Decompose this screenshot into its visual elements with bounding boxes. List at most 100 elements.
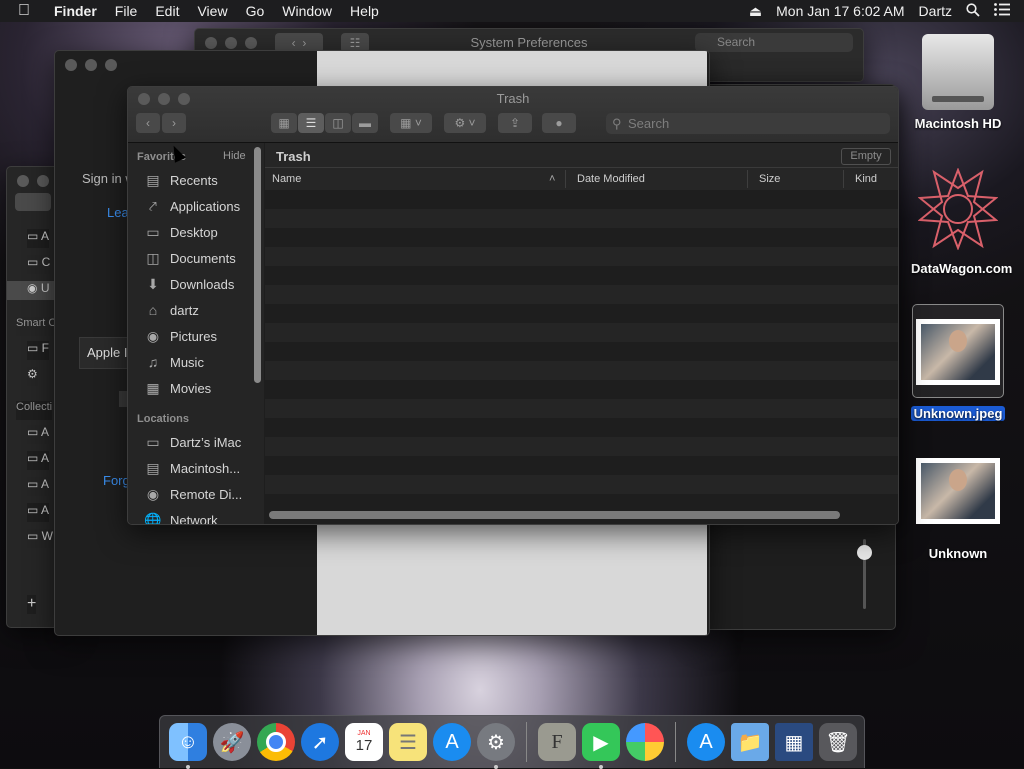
- sidebar-item-macintosh-hd[interactable]: ▤ Macintosh...: [144, 457, 240, 479]
- calendar-icon[interactable]: JAN 17: [345, 723, 383, 761]
- photos-icon[interactable]: [626, 723, 664, 761]
- chrome-icon[interactable]: [257, 723, 295, 761]
- column-view-icon[interactable]: ◫: [325, 113, 351, 133]
- tag-icon[interactable]: ●: [542, 113, 576, 133]
- notes-icon[interactable]: ☰: [389, 723, 427, 761]
- font-book-icon[interactable]: F: [538, 723, 576, 761]
- sidebar-item-documents[interactable]: ◫ Documents: [144, 247, 235, 269]
- search-icon: ⚲: [612, 116, 622, 131]
- list-row-empty: [265, 190, 898, 209]
- back-icon[interactable]: ‹: [136, 113, 160, 133]
- app-store-icon[interactable]: A: [687, 723, 725, 761]
- sidebar-row[interactable]: ▭ A: [27, 425, 50, 444]
- gear-icon[interactable]: ⚙: [27, 367, 38, 386]
- menu-window[interactable]: Window: [282, 3, 332, 19]
- learn-more-link[interactable]: Lea: [107, 205, 129, 220]
- slider-knob[interactable]: [857, 545, 872, 560]
- sidebar-item-downloads[interactable]: ⬇ Downloads: [144, 273, 234, 295]
- group-by-icon[interactable]: ▦ ˅: [390, 113, 432, 133]
- menu-file[interactable]: File: [115, 3, 138, 19]
- menu-user[interactable]: Dartz: [919, 3, 952, 19]
- spotlight-search-icon[interactable]: [966, 2, 980, 20]
- desktop-icon-label: Macintosh HD: [914, 116, 1002, 131]
- screen-icon[interactable]: ▦: [775, 723, 813, 761]
- sidebar-item-desktop[interactable]: ▭ Desktop: [144, 221, 217, 243]
- desktop-icon-unknown[interactable]: Unknown: [908, 458, 1008, 561]
- close-icon[interactable]: [65, 59, 77, 71]
- menu-edit[interactable]: Edit: [155, 3, 179, 19]
- column-date-header[interactable]: Date Modified: [577, 173, 645, 185]
- sidebar-row[interactable]: ▭ A: [27, 451, 50, 470]
- sidebar-row[interactable]: ▭ A: [27, 229, 50, 248]
- sidebar-item-applications[interactable]: ⤤ Applications: [144, 195, 240, 217]
- sidebar-item-movies[interactable]: ▦ Movies: [144, 377, 211, 399]
- desktop-icon-label: DataWagon.com: [911, 261, 1013, 276]
- remote-disc-icon: ◉: [146, 486, 160, 502]
- system-preferences-icon[interactable]: ⚙: [477, 723, 515, 769]
- forward-icon[interactable]: ›: [162, 113, 186, 133]
- sidebar-item-remote-disc[interactable]: ◉ Remote Di...: [144, 483, 242, 505]
- sidebar-item-home[interactable]: ⌂ dartz: [144, 299, 199, 321]
- menu-help[interactable]: Help: [350, 3, 379, 19]
- file-list[interactable]: [265, 190, 898, 508]
- sidebar-row[interactable]: ▭ A: [27, 477, 50, 496]
- column-size-header[interactable]: Size: [759, 173, 780, 185]
- sidebar-row[interactable]: ▭ C: [27, 255, 51, 274]
- list-row-empty: [265, 380, 898, 399]
- app-store-icon[interactable]: A: [433, 723, 471, 761]
- imac-icon: ▭: [146, 434, 160, 450]
- hard-drive-icon: [922, 34, 994, 110]
- search-field[interactable]: Search: [695, 33, 853, 52]
- sidebar-row[interactable]: ▭ F: [27, 341, 50, 360]
- trash-icon[interactable]: 🗑: [819, 723, 857, 761]
- share-icon[interactable]: ⇪: [498, 113, 532, 133]
- forgot-link[interactable]: Forg: [103, 473, 130, 488]
- desktop-icon-datawagon[interactable]: DataWagon.com: [908, 167, 1012, 276]
- sidebar-row[interactable]: ▭ W: [27, 529, 53, 548]
- icon-view-icon[interactable]: ▦: [271, 113, 297, 133]
- desktop-icon-label: Unknown: [928, 546, 988, 561]
- sidebar-scrollbar[interactable]: [254, 147, 261, 383]
- launchpad-icon[interactable]: 🚀: [213, 723, 251, 761]
- folder-icon[interactable]: 📁: [731, 723, 769, 761]
- music-icon: ♫: [147, 354, 159, 370]
- menu-app-finder[interactable]: Finder: [54, 3, 97, 19]
- hide-favorites-button[interactable]: Hide: [223, 150, 246, 162]
- menu-go[interactable]: Go: [246, 3, 265, 19]
- action-gear-icon[interactable]: ⚙ ˅: [444, 113, 486, 133]
- add-icon[interactable]: +: [27, 595, 37, 614]
- sidebar-item-pictures[interactable]: ◉ Pictures: [144, 325, 217, 347]
- list-row-empty: [265, 456, 898, 475]
- list-row-empty: [265, 285, 898, 304]
- list-view-icon[interactable]: ☰: [298, 113, 324, 133]
- column-name-header[interactable]: Name: [272, 173, 301, 185]
- menu-clock[interactable]: Mon Jan 17 6:02 AM: [776, 3, 904, 19]
- documents-icon: ◫: [146, 250, 160, 266]
- list-row-empty: [265, 247, 898, 266]
- column-kind-header[interactable]: Kind: [855, 173, 877, 185]
- notification-center-icon[interactable]: [994, 3, 1010, 19]
- finder-icon[interactable]: ☺: [169, 723, 207, 769]
- desktop-icon-label-selected: Unknown.jpeg: [910, 406, 1006, 421]
- horizontal-scrollbar[interactable]: [269, 511, 840, 519]
- sidebar-item-network[interactable]: 🌐 Network: [144, 509, 217, 524]
- desktop-icon-macintosh-hd[interactable]: Macintosh HD: [908, 34, 1008, 131]
- desktop-icon-unknown-jpeg[interactable]: Unknown.jpeg: [908, 304, 1008, 421]
- minimize-icon[interactable]: [85, 59, 97, 71]
- sidebar-row[interactable]: ▭ A: [27, 503, 50, 522]
- zoom-icon[interactable]: [105, 59, 117, 71]
- sidebar-item-imac[interactable]: ▭ Dartz’s iMac: [144, 431, 241, 453]
- eject-icon[interactable]: ⏏: [749, 3, 762, 20]
- safari-icon[interactable]: ➚: [301, 723, 339, 761]
- list-row-empty: [265, 475, 898, 494]
- facetime-icon[interactable]: ▶: [582, 723, 620, 769]
- sidebar-item-music[interactable]: ♫ Music: [144, 351, 204, 373]
- home-icon: ⌂: [148, 302, 158, 318]
- gallery-view-icon[interactable]: ▬: [352, 113, 378, 133]
- menu-view[interactable]: View: [197, 3, 227, 19]
- apple-menu-icon[interactable]: : [18, 2, 40, 20]
- search-input[interactable]: ⚲ Search: [606, 113, 890, 134]
- folder-title: Trash: [276, 149, 311, 164]
- sidebar-item-recents[interactable]: ▤ Recents: [144, 169, 217, 191]
- empty-trash-button[interactable]: Empty: [841, 148, 891, 165]
